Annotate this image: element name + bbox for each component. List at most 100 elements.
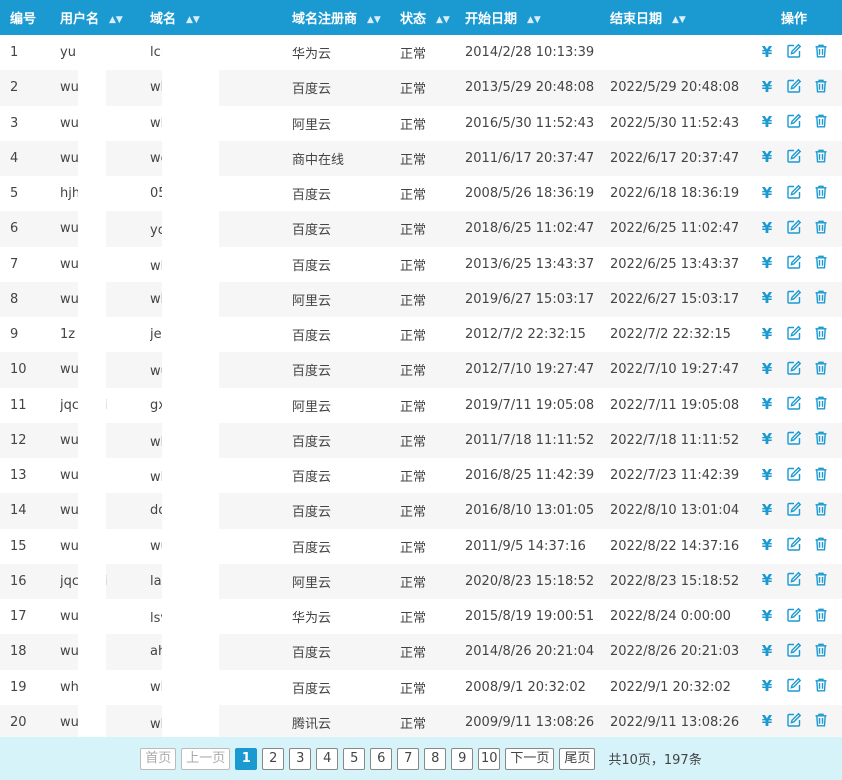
edit-icon[interactable] — [783, 360, 805, 380]
trash-icon[interactable] — [810, 430, 832, 450]
trash-icon[interactable] — [810, 254, 832, 274]
table-row: 18wu ostah n百度云正常2014/8/26 20:21:042022/… — [0, 634, 842, 670]
edit-icon[interactable] — [783, 571, 805, 591]
yen-icon[interactable]: ¥ — [756, 43, 778, 63]
edit-icon[interactable] — [783, 501, 805, 521]
edit-icon[interactable] — [783, 466, 805, 486]
page-number-button[interactable]: 3 — [289, 747, 312, 770]
edit-icon[interactable] — [783, 184, 805, 204]
sort-arrows-icon[interactable]: ▲▼ — [672, 15, 686, 25]
table-row: 8wu ostwl com阿里云正常2019/6/27 15:03:172022… — [0, 281, 842, 317]
trash-icon[interactable] — [810, 113, 832, 133]
page-number-button[interactable]: 5 — [343, 747, 366, 770]
edit-icon[interactable] — [783, 395, 805, 415]
next-page-button[interactable]: 下一页 — [505, 747, 555, 770]
yen-icon[interactable]: ¥ — [756, 219, 778, 239]
edit-icon[interactable] — [783, 607, 805, 627]
cell-id: 17 — [10, 609, 27, 625]
cell-registrar: 百度云 — [292, 188, 332, 204]
cell-registrar: 华为云 — [292, 47, 332, 63]
trash-icon[interactable] — [810, 571, 832, 591]
yen-icon[interactable]: ¥ — [756, 712, 778, 732]
yen-icon[interactable]: ¥ — [756, 289, 778, 309]
page-number-button[interactable]: 9 — [451, 747, 474, 770]
prev-page-button[interactable]: 上一页 — [181, 747, 231, 770]
trash-icon[interactable] — [810, 395, 832, 415]
yen-icon[interactable]: ¥ — [756, 536, 778, 556]
yen-icon[interactable]: ¥ — [756, 113, 778, 133]
last-page-button[interactable]: 尾页 — [559, 747, 596, 770]
cell-status: 正常 — [400, 434, 427, 450]
header-end-date[interactable]: 结束日期 ▲▼ — [610, 0, 751, 35]
trash-icon[interactable] — [810, 78, 832, 98]
page-number-button[interactable]: 7 — [397, 747, 420, 770]
edit-icon[interactable] — [783, 78, 805, 98]
yen-icon[interactable]: ¥ — [756, 360, 778, 380]
page-number-button[interactable]: 10 — [478, 747, 501, 770]
page-number-button[interactable]: 8 — [424, 747, 447, 770]
yen-icon[interactable]: ¥ — [756, 148, 778, 168]
trash-icon[interactable] — [810, 607, 832, 627]
edit-icon[interactable] — [783, 43, 805, 63]
table-row: 19whwl n百度云正常2008/9/1 20:32:022022/9/1 2… — [0, 670, 842, 705]
edit-icon[interactable] — [783, 289, 805, 309]
sort-arrows-icon[interactable]: ▲▼ — [186, 15, 200, 25]
yen-icon[interactable]: ¥ — [756, 501, 778, 521]
yen-icon[interactable]: ¥ — [756, 254, 778, 274]
trash-icon[interactable] — [810, 466, 832, 486]
cell-registrar: 百度云 — [292, 223, 332, 239]
trash-icon[interactable] — [810, 712, 832, 732]
yen-icon[interactable]: ¥ — [756, 184, 778, 204]
cell-status: 正常 — [400, 364, 427, 380]
yen-icon[interactable]: ¥ — [756, 642, 778, 662]
yen-icon[interactable]: ¥ — [756, 677, 778, 697]
yen-icon[interactable]: ¥ — [756, 571, 778, 591]
yen-icon[interactable]: ¥ — [756, 607, 778, 627]
header-username[interactable]: 用户名 ▲▼ — [60, 0, 150, 35]
header-status[interactable]: 状态 ▲▼ — [400, 0, 465, 35]
edit-icon[interactable] — [783, 113, 805, 133]
edit-icon[interactable] — [783, 712, 805, 732]
trash-icon[interactable] — [810, 148, 832, 168]
sort-arrows-icon[interactable]: ▲▼ — [527, 15, 541, 25]
page-number-button[interactable]: 2 — [262, 747, 285, 770]
trash-icon[interactable] — [810, 360, 832, 380]
sort-arrows-icon[interactable]: ▲▼ — [109, 15, 123, 25]
cell-id: 12 — [10, 432, 27, 448]
trash-icon[interactable] — [810, 289, 832, 309]
yen-icon[interactable]: ¥ — [756, 325, 778, 345]
sort-arrows-icon[interactable]: ▲▼ — [436, 15, 450, 25]
edit-icon[interactable] — [783, 148, 805, 168]
cell-registrar: 百度云 — [292, 258, 332, 274]
page-number-button[interactable]: 4 — [316, 747, 339, 770]
header-registrar[interactable]: 域名注册商 ▲▼ — [292, 0, 400, 35]
header-domain[interactable]: 域名 ▲▼ — [150, 0, 292, 35]
trash-icon[interactable] — [810, 501, 832, 521]
yen-icon[interactable]: ¥ — [756, 466, 778, 486]
trash-icon[interactable] — [810, 325, 832, 345]
trash-icon[interactable] — [810, 642, 832, 662]
edit-icon[interactable] — [783, 677, 805, 697]
edit-icon[interactable] — [783, 219, 805, 239]
first-page-button[interactable]: 首页 — [140, 747, 177, 770]
yen-icon[interactable]: ¥ — [756, 395, 778, 415]
cell-actions: ¥ — [751, 106, 842, 141]
trash-icon[interactable] — [810, 184, 832, 204]
yen-icon[interactable]: ¥ — [756, 78, 778, 98]
cell-start-date: 2012/7/2 22:32:15 — [465, 327, 586, 343]
edit-icon[interactable] — [783, 430, 805, 450]
sort-arrows-icon[interactable]: ▲▼ — [367, 15, 381, 25]
edit-icon[interactable] — [783, 642, 805, 662]
page-number-button[interactable]: 1 — [235, 747, 258, 770]
page-number-button[interactable]: 6 — [370, 747, 393, 770]
edit-icon[interactable] — [783, 325, 805, 345]
trash-icon[interactable] — [810, 536, 832, 556]
trash-icon[interactable] — [810, 677, 832, 697]
header-start-date[interactable]: 开始日期 ▲▼ — [465, 0, 610, 35]
edit-icon[interactable] — [783, 536, 805, 556]
yen-icon[interactable]: ¥ — [756, 430, 778, 450]
edit-icon[interactable] — [783, 254, 805, 274]
trash-icon[interactable] — [810, 43, 832, 63]
trash-icon[interactable] — [810, 219, 832, 239]
cell-actions: ¥ — [751, 35, 842, 70]
